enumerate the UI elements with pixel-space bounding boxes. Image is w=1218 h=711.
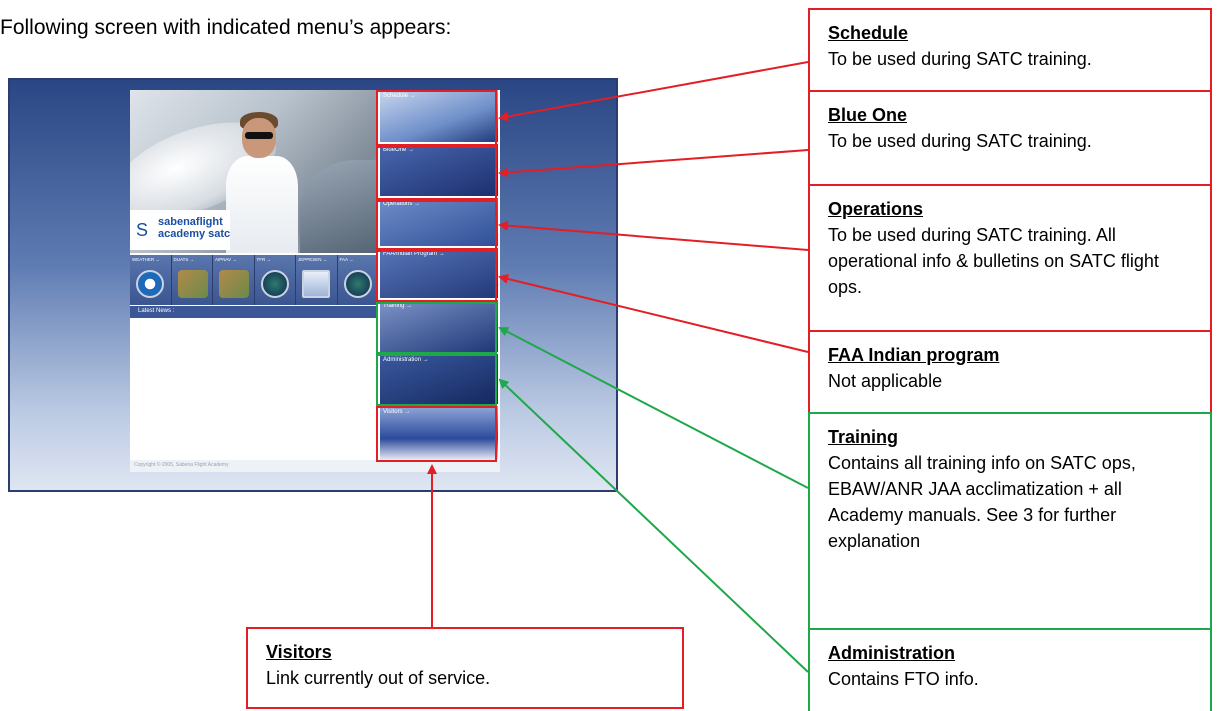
map-icon — [177, 270, 208, 298]
faa-seal-icon — [260, 270, 289, 298]
footer: Copyright © 2005, Sabena Flight Academy — [130, 460, 500, 472]
callout-blue-one: Blue One To be used during SATC training… — [808, 90, 1212, 186]
callout-administration: Administration Contains FTO info. — [808, 628, 1212, 711]
quick-link-weather[interactable]: WEATHER → — [130, 255, 171, 305]
map-icon — [219, 270, 250, 298]
noaa-seal-icon — [136, 270, 165, 298]
tile-administration[interactable]: Administration → — [380, 354, 498, 404]
hero-image: S sabenaflight academy satc — [130, 90, 378, 253]
quick-link-aipnav[interactable]: AIPNAV → — [213, 255, 254, 305]
tile-schedule[interactable]: Schedule → — [380, 90, 498, 142]
callout-faa: FAA Indian program Not applicable — [808, 330, 1212, 414]
quick-link-jeppesen[interactable]: JEPPESEN → — [296, 255, 337, 305]
portal-page: S sabenaflight academy satc WEATHER → DU… — [130, 90, 500, 472]
tile-faa-indian-program[interactable]: FAA/Indian Program → — [380, 248, 498, 298]
canopy-graphic — [300, 160, 378, 253]
sunglasses-graphic — [245, 132, 273, 139]
logo-top-text: sabenaflight — [158, 216, 223, 228]
tile-operations[interactable]: Operations → — [380, 198, 498, 246]
quick-links-bar: WEATHER → DUATS → AIPNAV → TFR → JEPPESE… — [130, 255, 378, 305]
quick-link-faa[interactable]: FAA → — [337, 255, 378, 305]
tile-training[interactable]: Training → — [380, 300, 498, 352]
callout-operations: Operations To be used during SATC traini… — [808, 184, 1212, 332]
tile-blue-one[interactable]: BlueOne → — [380, 144, 498, 196]
latest-news-bar: Latest News : — [130, 306, 378, 318]
portal-screenshot: S sabenaflight academy satc WEATHER → DU… — [8, 78, 618, 492]
callout-schedule: Schedule To be used during SATC training… — [808, 8, 1212, 92]
jeppesen-logo-icon — [302, 270, 331, 298]
pilot-body-graphic — [226, 156, 298, 253]
copyright-text: Copyright © 2005, Sabena Flight Academy — [134, 462, 229, 468]
logo-s-icon: S — [136, 220, 149, 240]
quick-link-tfr[interactable]: TFR → — [254, 255, 295, 305]
callout-visitors: Visitors Link currently out of service. — [246, 627, 684, 709]
callout-training: Training Contains all training info on S… — [808, 412, 1212, 630]
intro-text: Following screen with indicated menu’s a… — [0, 16, 452, 39]
tile-visitors[interactable]: Visitors → — [380, 406, 498, 460]
faa-seal-icon — [343, 270, 372, 298]
quick-link-duats[interactable]: DUATS → — [171, 255, 212, 305]
logo-bottom-text: academy satc — [158, 228, 231, 240]
academy-logo: S sabenaflight academy satc — [130, 210, 230, 250]
